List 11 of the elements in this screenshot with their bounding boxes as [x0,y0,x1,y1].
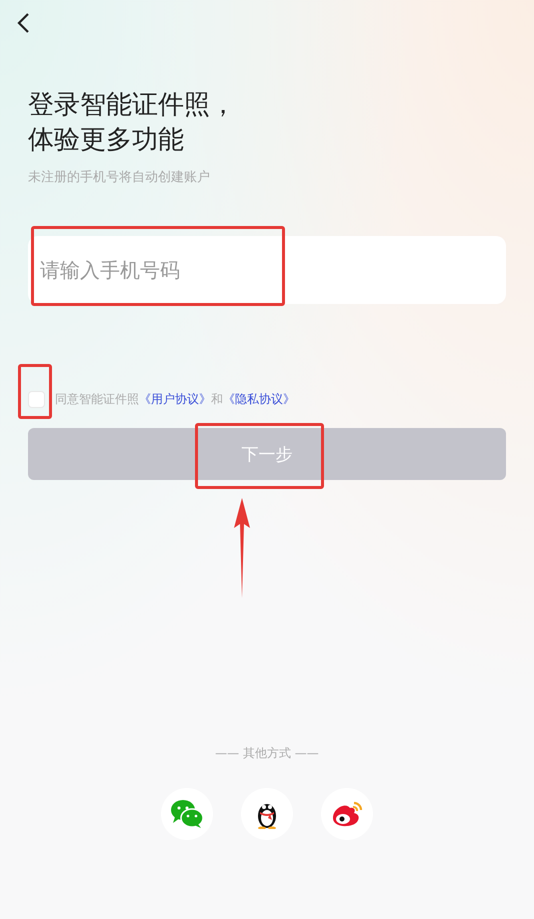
user-agreement-link[interactable]: 《用户协议》 [139,392,211,406]
agreement-text: 同意智能证件照《用户协议》和《隐私协议》 [55,391,295,408]
eye-signal-icon [330,800,364,828]
other-methods-label: —— 其他方式 —— [214,745,320,762]
subtitle: 未注册的手机号将自动创建账户 [28,169,211,186]
phone-input-field[interactable]: 请输入手机号码 [28,236,506,304]
privacy-policy-link[interactable]: 《隐私协议》 [223,392,295,406]
page-title: 登录智能证件照， [28,89,237,122]
page-title: 体验更多功能 [28,124,185,157]
chat-bubbles-icon [170,799,204,829]
chevron-left-icon [16,12,30,34]
